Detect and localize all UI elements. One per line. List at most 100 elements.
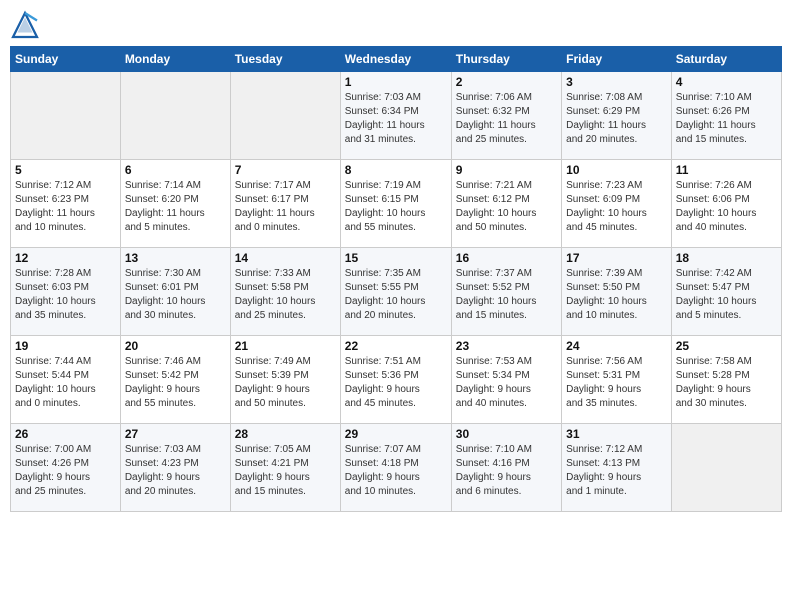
day-info: Sunrise: 7:56 AM Sunset: 5:31 PM Dayligh… bbox=[566, 355, 667, 411]
day-number: 23 bbox=[456, 339, 557, 353]
calendar-cell: 29 Sunrise: 7:07 AM Sunset: 4:18 PM Dayli… bbox=[340, 424, 451, 512]
day-number: 21 bbox=[235, 339, 336, 353]
day-number: 26 bbox=[15, 427, 116, 441]
calendar-cell: 6 Sunrise: 7:14 AM Sunset: 6:20 PM Daylig… bbox=[120, 160, 230, 248]
day-number: 22 bbox=[345, 339, 447, 353]
calendar-cell: 7 Sunrise: 7:17 AM Sunset: 6:17 PM Daylig… bbox=[230, 160, 340, 248]
calendar-cell: 2 Sunrise: 7:06 AM Sunset: 6:32 PM Daylig… bbox=[451, 72, 561, 160]
calendar-cell: 13 Sunrise: 7:30 AM Sunset: 6:01 PM Dayli… bbox=[120, 248, 230, 336]
calendar-week-row: 1 Sunrise: 7:03 AM Sunset: 6:34 PM Daylig… bbox=[11, 72, 782, 160]
day-number: 25 bbox=[676, 339, 777, 353]
day-number: 9 bbox=[456, 163, 557, 177]
calendar-cell: 23 Sunrise: 7:53 AM Sunset: 5:34 PM Dayli… bbox=[451, 336, 561, 424]
day-number: 16 bbox=[456, 251, 557, 265]
calendar-cell: 26 Sunrise: 7:00 AM Sunset: 4:26 PM Dayli… bbox=[11, 424, 121, 512]
day-number: 8 bbox=[345, 163, 447, 177]
day-info: Sunrise: 7:23 AM Sunset: 6:09 PM Dayligh… bbox=[566, 179, 667, 235]
calendar-cell: 25 Sunrise: 7:58 AM Sunset: 5:28 PM Dayli… bbox=[671, 336, 781, 424]
calendar-cell: 20 Sunrise: 7:46 AM Sunset: 5:42 PM Dayli… bbox=[120, 336, 230, 424]
weekday-header-row: SundayMondayTuesdayWednesdayThursdayFrid… bbox=[11, 47, 782, 72]
day-info: Sunrise: 7:53 AM Sunset: 5:34 PM Dayligh… bbox=[456, 355, 557, 411]
calendar-cell: 4 Sunrise: 7:10 AM Sunset: 6:26 PM Daylig… bbox=[671, 72, 781, 160]
day-info: Sunrise: 7:07 AM Sunset: 4:18 PM Dayligh… bbox=[345, 443, 447, 499]
weekday-header-monday: Monday bbox=[120, 47, 230, 72]
calendar-cell bbox=[11, 72, 121, 160]
day-number: 30 bbox=[456, 427, 557, 441]
day-info: Sunrise: 7:28 AM Sunset: 6:03 PM Dayligh… bbox=[15, 267, 116, 323]
calendar-week-row: 19 Sunrise: 7:44 AM Sunset: 5:44 PM Dayli… bbox=[11, 336, 782, 424]
logo-icon bbox=[10, 10, 40, 40]
day-number: 10 bbox=[566, 163, 667, 177]
day-info: Sunrise: 7:00 AM Sunset: 4:26 PM Dayligh… bbox=[15, 443, 116, 499]
day-number: 19 bbox=[15, 339, 116, 353]
day-info: Sunrise: 7:19 AM Sunset: 6:15 PM Dayligh… bbox=[345, 179, 447, 235]
calendar-cell: 9 Sunrise: 7:21 AM Sunset: 6:12 PM Daylig… bbox=[451, 160, 561, 248]
day-info: Sunrise: 7:21 AM Sunset: 6:12 PM Dayligh… bbox=[456, 179, 557, 235]
day-info: Sunrise: 7:10 AM Sunset: 4:16 PM Dayligh… bbox=[456, 443, 557, 499]
calendar-week-row: 12 Sunrise: 7:28 AM Sunset: 6:03 PM Dayli… bbox=[11, 248, 782, 336]
day-number: 28 bbox=[235, 427, 336, 441]
day-number: 13 bbox=[125, 251, 226, 265]
day-number: 15 bbox=[345, 251, 447, 265]
day-number: 31 bbox=[566, 427, 667, 441]
day-number: 29 bbox=[345, 427, 447, 441]
calendar-cell: 11Sunrise: 7:26 AM Sunset: 6:06 PM Dayli… bbox=[671, 160, 781, 248]
weekday-header-sunday: Sunday bbox=[11, 47, 121, 72]
calendar-cell: 10 Sunrise: 7:23 AM Sunset: 6:09 PM Dayli… bbox=[562, 160, 672, 248]
weekday-header-thursday: Thursday bbox=[451, 47, 561, 72]
day-number: 2 bbox=[456, 75, 557, 89]
page-header bbox=[10, 10, 782, 40]
day-number: 3 bbox=[566, 75, 667, 89]
day-number: 24 bbox=[566, 339, 667, 353]
day-number: 18 bbox=[676, 251, 777, 265]
day-number: 27 bbox=[125, 427, 226, 441]
calendar-cell bbox=[120, 72, 230, 160]
calendar-week-row: 26 Sunrise: 7:00 AM Sunset: 4:26 PM Dayli… bbox=[11, 424, 782, 512]
day-number: 6 bbox=[125, 163, 226, 177]
calendar-cell: 16 Sunrise: 7:37 AM Sunset: 5:52 PM Dayli… bbox=[451, 248, 561, 336]
day-number: 1 bbox=[345, 75, 447, 89]
calendar-cell: 14Sunrise: 7:33 AM Sunset: 5:58 PM Dayli… bbox=[230, 248, 340, 336]
day-info: Sunrise: 7:06 AM Sunset: 6:32 PM Dayligh… bbox=[456, 91, 557, 147]
calendar-cell: 3 Sunrise: 7:08 AM Sunset: 6:29 PM Daylig… bbox=[562, 72, 672, 160]
calendar-cell: 19 Sunrise: 7:44 AM Sunset: 5:44 PM Dayli… bbox=[11, 336, 121, 424]
calendar-cell bbox=[671, 424, 781, 512]
calendar-table: SundayMondayTuesdayWednesdayThursdayFrid… bbox=[10, 46, 782, 512]
day-number: 14 bbox=[235, 251, 336, 265]
day-info: Sunrise: 7:08 AM Sunset: 6:29 PM Dayligh… bbox=[566, 91, 667, 147]
calendar-cell: 22 Sunrise: 7:51 AM Sunset: 5:36 PM Dayli… bbox=[340, 336, 451, 424]
day-info: Sunrise: 7:17 AM Sunset: 6:17 PM Dayligh… bbox=[235, 179, 336, 235]
calendar-cell: 27 Sunrise: 7:03 AM Sunset: 4:23 PM Dayli… bbox=[120, 424, 230, 512]
day-info: Sunrise: 7:46 AM Sunset: 5:42 PM Dayligh… bbox=[125, 355, 226, 411]
day-info: Sunrise: 7:03 AM Sunset: 6:34 PM Dayligh… bbox=[345, 91, 447, 147]
day-info: Sunrise: 7:51 AM Sunset: 5:36 PM Dayligh… bbox=[345, 355, 447, 411]
day-info: Sunrise: 7:26 AM Sunset: 6:06 PM Dayligh… bbox=[676, 179, 777, 235]
calendar-cell: 30 Sunrise: 7:10 AM Sunset: 4:16 PM Dayli… bbox=[451, 424, 561, 512]
calendar-cell: 5Sunrise: 7:12 AM Sunset: 6:23 PM Daylig… bbox=[11, 160, 121, 248]
day-info: Sunrise: 7:58 AM Sunset: 5:28 PM Dayligh… bbox=[676, 355, 777, 411]
day-info: Sunrise: 7:30 AM Sunset: 6:01 PM Dayligh… bbox=[125, 267, 226, 323]
calendar-cell: 1 Sunrise: 7:03 AM Sunset: 6:34 PM Daylig… bbox=[340, 72, 451, 160]
day-info: Sunrise: 7:03 AM Sunset: 4:23 PM Dayligh… bbox=[125, 443, 226, 499]
day-info: Sunrise: 7:39 AM Sunset: 5:50 PM Dayligh… bbox=[566, 267, 667, 323]
weekday-header-wednesday: Wednesday bbox=[340, 47, 451, 72]
day-info: Sunrise: 7:14 AM Sunset: 6:20 PM Dayligh… bbox=[125, 179, 226, 235]
day-info: Sunrise: 7:44 AM Sunset: 5:44 PM Dayligh… bbox=[15, 355, 116, 411]
day-info: Sunrise: 7:10 AM Sunset: 6:26 PM Dayligh… bbox=[676, 91, 777, 147]
calendar-cell: 18 Sunrise: 7:42 AM Sunset: 5:47 PM Dayli… bbox=[671, 248, 781, 336]
day-number: 20 bbox=[125, 339, 226, 353]
day-number: 7 bbox=[235, 163, 336, 177]
day-number: 4 bbox=[676, 75, 777, 89]
day-info: Sunrise: 7:12 AM Sunset: 4:13 PM Dayligh… bbox=[566, 443, 667, 499]
calendar-cell: 24 Sunrise: 7:56 AM Sunset: 5:31 PM Dayli… bbox=[562, 336, 672, 424]
day-number: 12 bbox=[15, 251, 116, 265]
day-info: Sunrise: 7:37 AM Sunset: 5:52 PM Dayligh… bbox=[456, 267, 557, 323]
day-info: Sunrise: 7:35 AM Sunset: 5:55 PM Dayligh… bbox=[345, 267, 447, 323]
calendar-cell: 8 Sunrise: 7:19 AM Sunset: 6:15 PM Daylig… bbox=[340, 160, 451, 248]
day-info: Sunrise: 7:12 AM Sunset: 6:23 PM Dayligh… bbox=[15, 179, 116, 235]
day-number: 17 bbox=[566, 251, 667, 265]
weekday-header-saturday: Saturday bbox=[671, 47, 781, 72]
calendar-cell bbox=[230, 72, 340, 160]
day-info: Sunrise: 7:42 AM Sunset: 5:47 PM Dayligh… bbox=[676, 267, 777, 323]
calendar-cell: 21Sunrise: 7:49 AM Sunset: 5:39 PM Dayli… bbox=[230, 336, 340, 424]
